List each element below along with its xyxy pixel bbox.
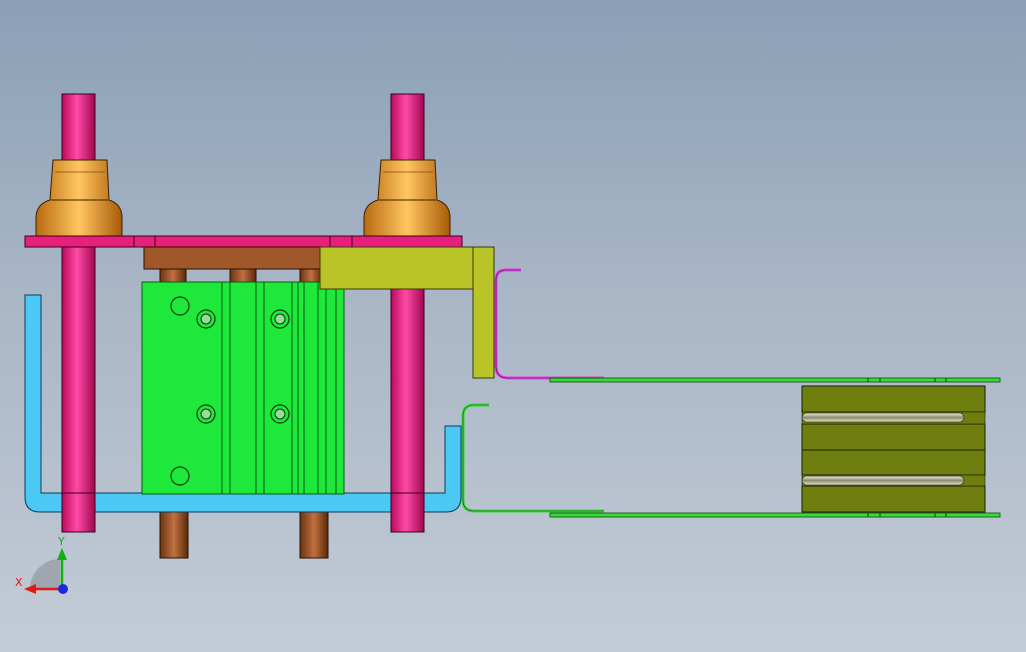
bushing-right xyxy=(363,159,451,237)
spring-coil-lower xyxy=(801,475,965,486)
triad-quadrant xyxy=(30,559,60,589)
cad-viewport[interactable]: Y X xyxy=(0,0,1026,652)
mount-block xyxy=(143,246,323,270)
coordinate-triad: Y X xyxy=(15,535,68,594)
green-clip-strip xyxy=(461,403,604,513)
guide-rod-left-front xyxy=(61,492,96,533)
y-axis-label: Y xyxy=(57,535,65,548)
top-plate xyxy=(24,235,463,248)
lower-rail xyxy=(549,512,1001,518)
z-axis-dot xyxy=(58,584,68,594)
mount-posts xyxy=(159,268,323,283)
bushing-left xyxy=(35,159,123,237)
bottom-pin-left xyxy=(159,511,189,559)
assembly-drawing: Y X xyxy=(15,93,1001,594)
cylinder-body xyxy=(141,281,345,495)
guide-rod-right-front xyxy=(390,492,425,533)
x-axis-label: X xyxy=(15,576,23,589)
spring-coil-upper xyxy=(801,412,965,423)
magenta-strip xyxy=(494,268,604,380)
spring-stack xyxy=(801,385,986,513)
upper-rail xyxy=(549,377,1001,383)
bottom-pin-right xyxy=(299,511,329,559)
